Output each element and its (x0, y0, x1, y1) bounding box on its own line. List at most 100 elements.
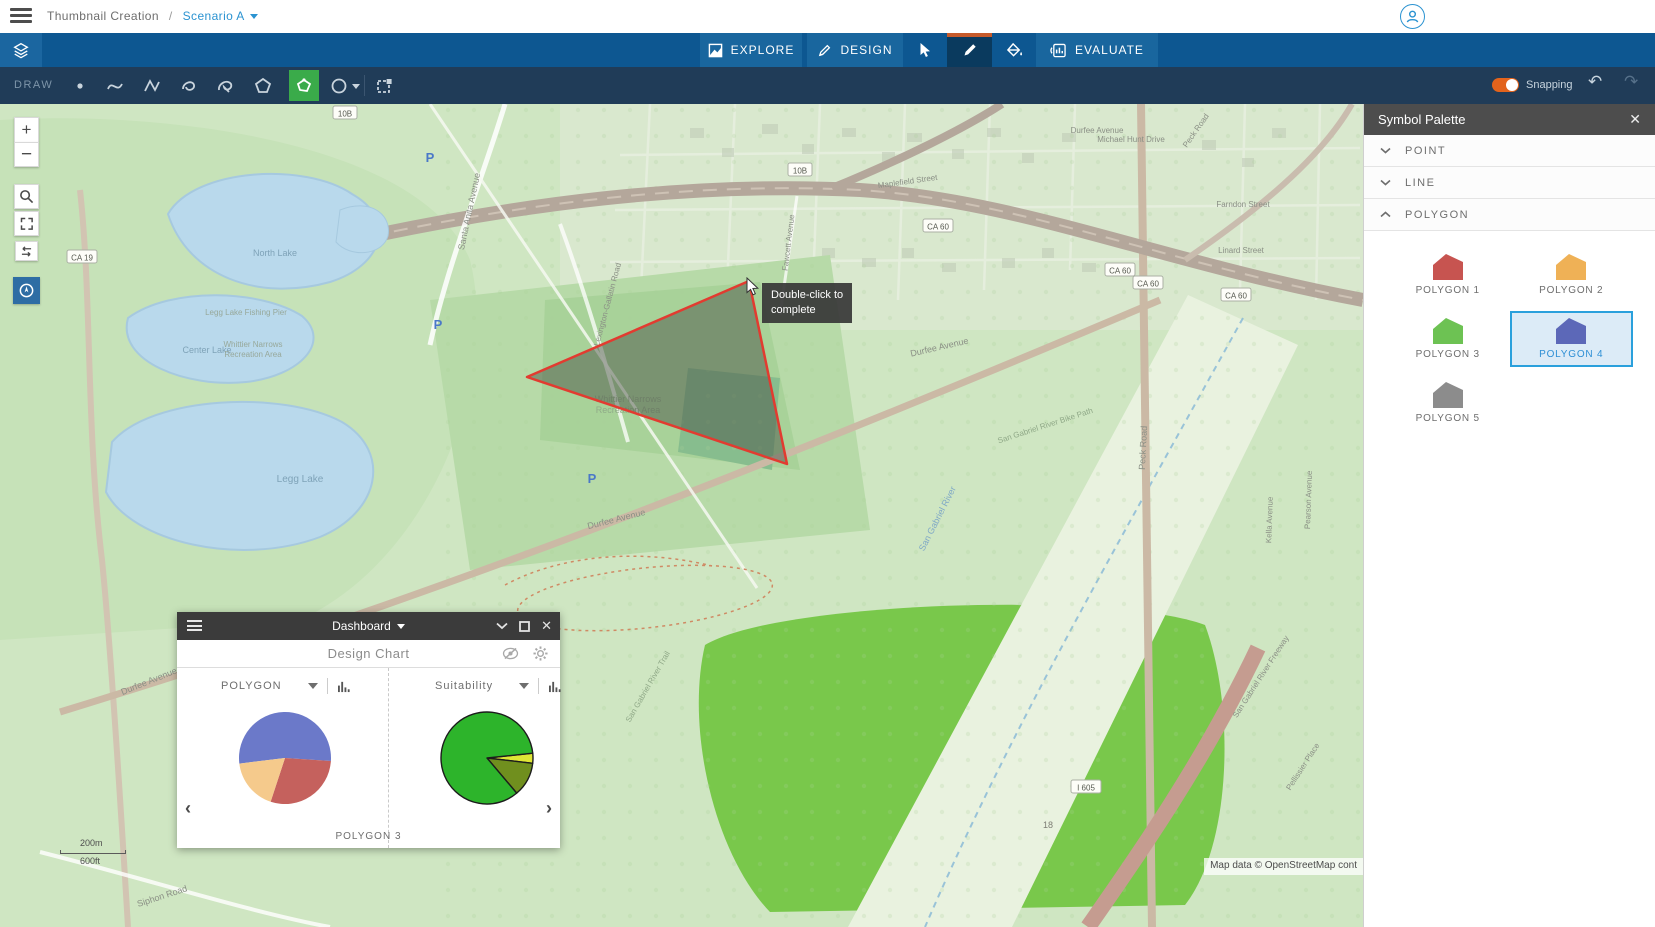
left-chart-controls: POLYGON (221, 676, 352, 696)
design-chart-title: Design Chart (328, 646, 410, 661)
polygon-swatch (1433, 254, 1463, 280)
tab-design[interactable]: DESIGN (807, 33, 903, 67)
svg-text:North Lake: North Lake (253, 248, 297, 258)
svg-text:Durfee Avenue: Durfee Avenue (1071, 126, 1124, 135)
edit-vertices-tool-button[interactable] (372, 75, 396, 97)
suitability-pie-chart (437, 708, 537, 808)
svg-text:Whittier Narrows: Whittier Narrows (223, 340, 282, 349)
pencil-icon (962, 42, 978, 58)
bar-chart-icon[interactable] (548, 680, 563, 693)
section-line-label: LINE (1405, 177, 1435, 189)
svg-text:Legg Lake: Legg Lake (277, 474, 324, 485)
section-point-label: POINT (1405, 145, 1446, 157)
user-avatar[interactable] (1400, 4, 1425, 29)
symbol-palette-panel: Symbol Palette ✕ POINT LINE POLYGON POLY… (1363, 104, 1655, 927)
draw-tooltip: Double-click to complete (762, 283, 852, 323)
chevron-down-icon[interactable] (308, 683, 318, 689)
point-tool-button[interactable] (68, 75, 92, 97)
polygon-swatch (1556, 318, 1586, 344)
svg-text:Kella Avenue: Kella Avenue (1264, 496, 1275, 543)
scenario-dropdown[interactable]: Scenario A (183, 9, 258, 23)
right-chart-controls: Suitability (435, 676, 563, 696)
zoom-out-button[interactable]: − (14, 142, 39, 167)
svg-text:I 605: I 605 (1077, 784, 1095, 793)
dashboard-titlebar[interactable]: Dashboard ✕ (177, 612, 560, 640)
chevron-down-icon (1380, 147, 1391, 154)
freehand-line-tool-button[interactable] (177, 75, 201, 97)
draw-tool-button[interactable] (947, 33, 992, 67)
freehand-polygon-tool-button[interactable] (214, 75, 238, 97)
previous-extent-button[interactable] (15, 241, 38, 261)
right-chart-source-dropdown[interactable]: Suitability (435, 680, 493, 692)
polyline-tool-button[interactable] (140, 75, 164, 97)
close-icon[interactable]: ✕ (1629, 111, 1641, 128)
dashboard-menu-icon[interactable] (187, 620, 202, 634)
layers-button[interactable] (0, 33, 42, 67)
dashboard-window: Dashboard ✕ Design Chart POLYGON Suitabi… (177, 612, 560, 848)
svg-text:CA 60: CA 60 (1225, 292, 1247, 301)
fill-tool-button[interactable] (992, 33, 1036, 67)
dashboard-title[interactable]: Dashboard (332, 619, 391, 633)
map-search-button[interactable] (14, 184, 39, 209)
polygon-tool-button[interactable] (251, 75, 275, 97)
gear-icon[interactable] (533, 646, 548, 661)
swap-arrows-icon (19, 246, 34, 257)
compass-icon (18, 282, 35, 299)
svg-text:CA 19: CA 19 (71, 254, 93, 263)
tab-evaluate-label: EVALUATE (1075, 43, 1144, 57)
snapping-toggle[interactable] (1492, 78, 1519, 92)
undo-button[interactable]: ↶ (1588, 72, 1602, 92)
svg-text:CA 60: CA 60 (1137, 280, 1159, 289)
chevron-down-icon (397, 624, 405, 629)
curve-tool-button[interactable] (103, 75, 127, 97)
svg-text:P: P (434, 317, 443, 332)
mouse-cursor-icon (744, 277, 760, 297)
active-polygon-icon (294, 76, 314, 96)
circle-tool-dropdown[interactable] (328, 75, 362, 97)
svg-text:Michael Hunt Drive: Michael Hunt Drive (1097, 135, 1165, 144)
svg-text:CA 60: CA 60 (1109, 267, 1131, 276)
segment-analysis-button[interactable] (13, 277, 40, 304)
carousel-next-button[interactable]: › (546, 798, 552, 819)
visibility-off-icon[interactable] (502, 647, 519, 660)
zoom-in-button[interactable]: + (14, 117, 39, 142)
close-icon[interactable]: ✕ (541, 618, 552, 634)
section-line[interactable]: LINE (1364, 167, 1655, 199)
symbol-polygon-3[interactable]: POLYGON 3 (1386, 311, 1510, 367)
pencil-icon (817, 43, 832, 58)
maximize-button[interactable] (519, 621, 530, 632)
section-polygon[interactable]: POLYGON (1364, 199, 1655, 231)
svg-text:P: P (588, 471, 597, 486)
bar-chart-icon[interactable] (337, 680, 352, 693)
toolbar-divider (364, 75, 365, 96)
section-point[interactable]: POINT (1364, 135, 1655, 167)
carousel-prev-button[interactable]: ‹ (185, 798, 191, 819)
autocomplete-polygon-tool-button[interactable] (289, 70, 319, 101)
scale-bar-line (60, 850, 126, 854)
map-attribution: Map data © OpenStreetMap cont (1204, 858, 1363, 875)
polygon-pie-chart (235, 708, 335, 808)
tab-explore[interactable]: EXPLORE (700, 33, 802, 67)
select-tool-button[interactable] (903, 33, 947, 67)
symbol-palette-header: Symbol Palette ✕ (1364, 104, 1655, 135)
full-extent-button[interactable] (14, 211, 39, 236)
app-menu-icon[interactable] (10, 8, 32, 25)
snapping-label: Snapping (1526, 79, 1573, 91)
section-polygon-label: POLYGON (1405, 209, 1469, 221)
explore-map-icon (708, 43, 723, 58)
symbol-polygon-5[interactable]: POLYGON 5 (1386, 375, 1510, 431)
left-chart-source-dropdown[interactable]: POLYGON (221, 680, 282, 692)
tab-evaluate[interactable]: EVALUATE (1036, 33, 1158, 67)
svg-text:18: 18 (1043, 820, 1053, 830)
svg-text:10B: 10B (338, 110, 352, 119)
symbol-polygon-4[interactable]: POLYGON 4 (1510, 311, 1634, 367)
chevron-down-icon[interactable] (519, 683, 529, 689)
collapse-button[interactable] (496, 622, 508, 630)
redo-button[interactable]: ↷ (1624, 72, 1638, 92)
svg-text:Linard Street: Linard Street (1218, 246, 1265, 255)
breadcrumb-project[interactable]: Thumbnail Creation (47, 9, 159, 23)
symbol-polygon-2[interactable]: POLYGON 2 (1510, 247, 1634, 303)
chevron-up-icon (1380, 211, 1391, 218)
symbol-polygon-1[interactable]: POLYGON 1 (1386, 247, 1510, 303)
polygon-swatch (1556, 254, 1586, 280)
